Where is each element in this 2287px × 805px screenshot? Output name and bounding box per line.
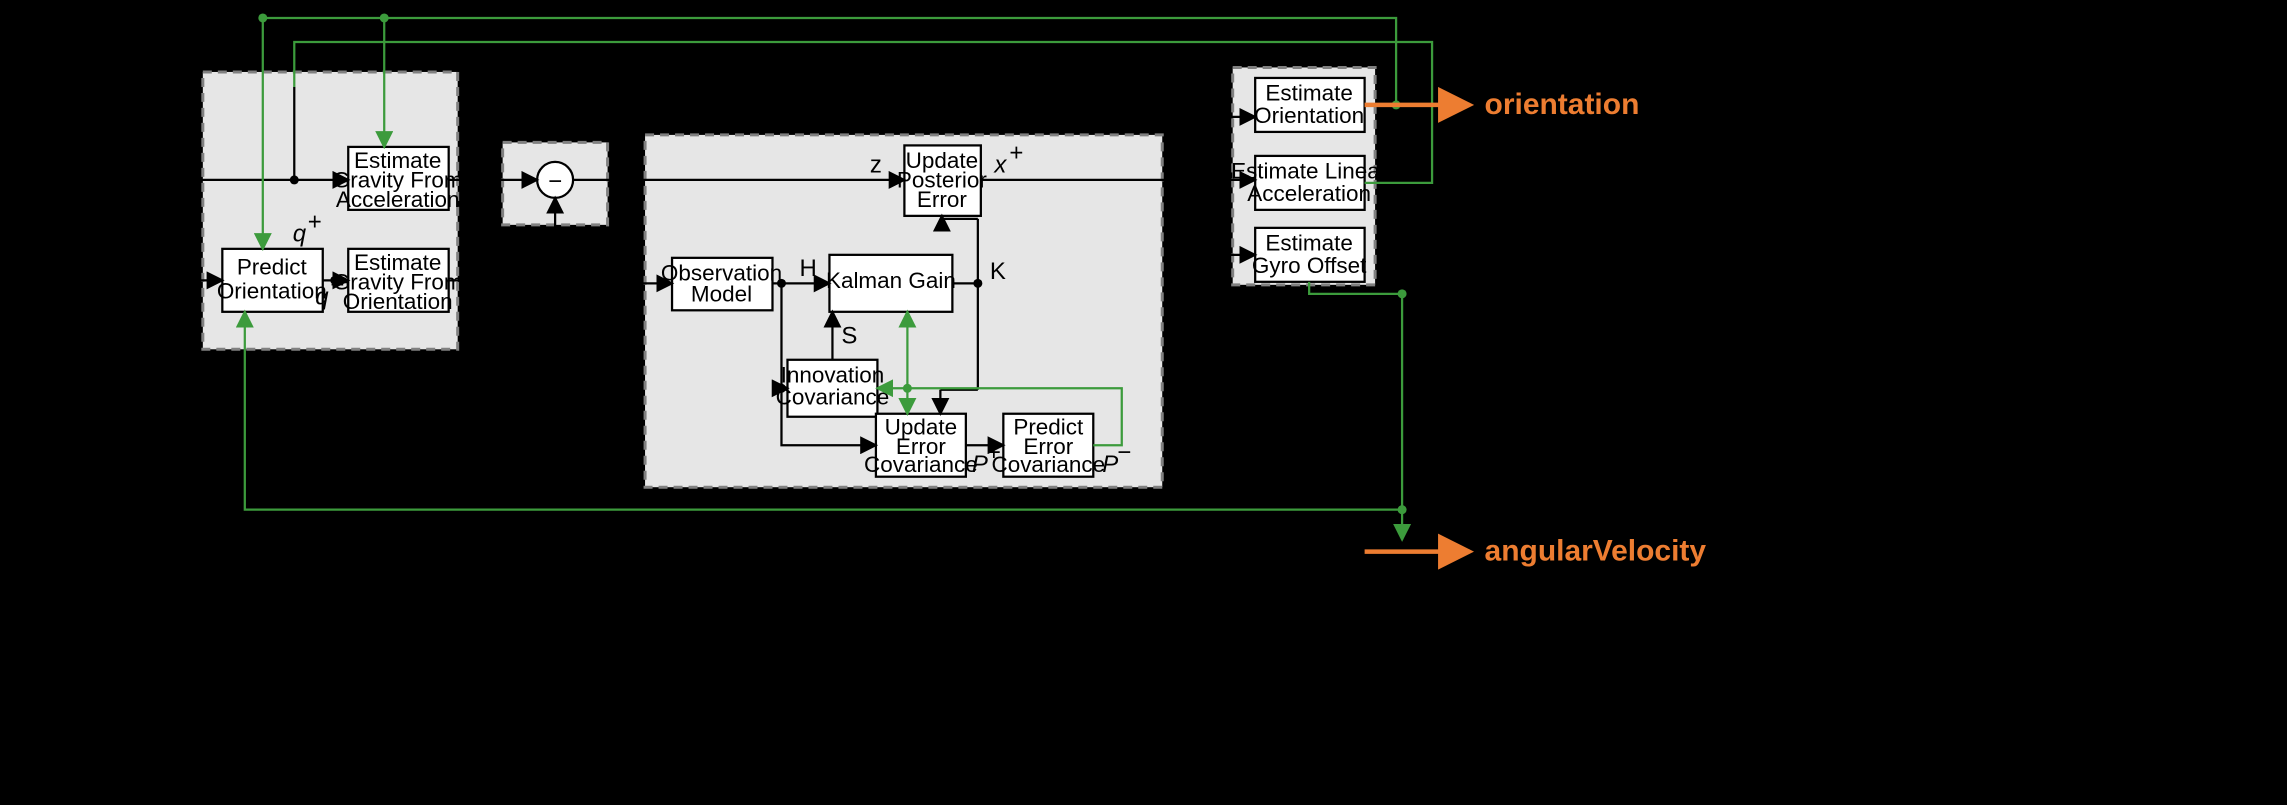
svg-text:Gyro Offset: Gyro Offset bbox=[1252, 253, 1367, 278]
svg-text:Orientation: Orientation bbox=[1254, 103, 1364, 128]
estimate-gravity-orient-box: Estimate Gravity From Orientation bbox=[333, 249, 463, 314]
estimate-orientation-box: Estimate Orientation bbox=[1254, 78, 1364, 132]
svg-text:q: q bbox=[315, 283, 329, 310]
svg-text:P: P bbox=[1102, 451, 1118, 478]
label-H: H bbox=[799, 255, 816, 282]
svg-text:Orientation: Orientation bbox=[343, 289, 453, 314]
svg-text:+: + bbox=[987, 439, 1001, 466]
svg-text:Estimate: Estimate bbox=[1265, 80, 1352, 105]
innovation-covariance-box: Innovation Covariance bbox=[776, 360, 890, 417]
svg-text:q: q bbox=[293, 220, 307, 247]
label-K: K bbox=[990, 258, 1006, 285]
predict-error-covariance-box: Predict Error Covariance bbox=[991, 414, 1105, 477]
svg-text:Orientation: Orientation bbox=[217, 278, 327, 303]
svg-text:Predict: Predict bbox=[237, 254, 308, 279]
label-z: z bbox=[870, 151, 882, 178]
output-orientation-label: orientation bbox=[1485, 88, 1640, 121]
svg-text:−: − bbox=[548, 168, 562, 195]
svg-text:Covariance: Covariance bbox=[864, 452, 978, 477]
svg-text:+: + bbox=[1009, 139, 1023, 166]
svg-text:+: + bbox=[308, 208, 322, 235]
svg-text:−: − bbox=[330, 271, 344, 298]
svg-text:P: P bbox=[972, 451, 988, 478]
label-S: S bbox=[841, 322, 857, 349]
update-error-covariance-box: Update Error Covariance bbox=[864, 414, 978, 477]
estimate-gravity-accel-box: Estimate Gravity From Acceleration bbox=[333, 147, 463, 212]
sum-junction: − bbox=[537, 162, 573, 198]
svg-text:Covariance: Covariance bbox=[991, 452, 1105, 477]
estimate-gyro-offset-box: Estimate Gyro Offset bbox=[1252, 228, 1367, 282]
observation-model-box: Observation Model bbox=[661, 258, 782, 310]
svg-text:Kalman Gain: Kalman Gain bbox=[826, 268, 956, 293]
svg-text:Error: Error bbox=[917, 187, 967, 212]
svg-text:Estimate: Estimate bbox=[1265, 230, 1352, 255]
svg-text:Model: Model bbox=[691, 281, 752, 306]
filter-diagram: Predict Orientation Estimate Gravity Fro… bbox=[0, 0, 2287, 805]
kalman-gain-box: Kalman Gain bbox=[826, 255, 956, 312]
update-posterior-error-box: Update Posterior Error bbox=[897, 145, 987, 215]
output-angvel-label: angularVelocity bbox=[1485, 535, 1707, 568]
svg-text:−: − bbox=[1117, 439, 1131, 466]
svg-text:Acceleration: Acceleration bbox=[1247, 181, 1371, 206]
svg-text:x: x bbox=[993, 151, 1007, 178]
svg-text:Acceleration: Acceleration bbox=[336, 187, 460, 212]
estimate-linear-accel-box: Estimate Linear Acceleration bbox=[1231, 156, 1388, 210]
svg-text:Innovation: Innovation bbox=[781, 362, 885, 387]
svg-text:Covariance: Covariance bbox=[776, 385, 890, 410]
predict-orientation-box: Predict Orientation bbox=[217, 249, 327, 312]
